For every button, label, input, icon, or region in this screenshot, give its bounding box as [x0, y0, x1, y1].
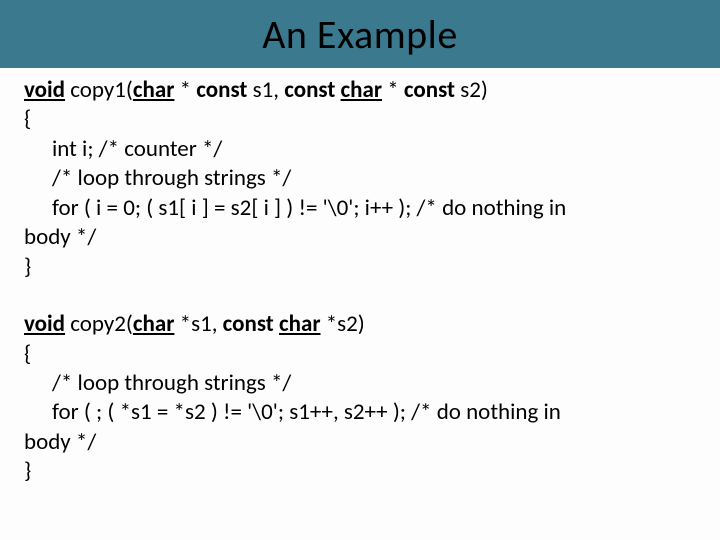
- keyword-char: char: [341, 76, 383, 104]
- copy1-signature: void copy1(char * const s1, const char *…: [24, 76, 696, 105]
- text: *s2): [321, 310, 365, 338]
- text: *s1,: [174, 310, 222, 338]
- keyword-char: char: [133, 310, 175, 338]
- slide-header: An Example: [0, 0, 720, 68]
- close-brace: }: [24, 457, 696, 486]
- keyword-const: const: [404, 76, 455, 104]
- close-brace: }: [24, 253, 696, 282]
- code-line: body */: [24, 428, 696, 457]
- text: *: [382, 76, 404, 104]
- code-line: for ( i = 0; ( s1[ i ] = s2[ i ] ) != '\…: [24, 194, 696, 223]
- keyword-const: const: [223, 310, 274, 338]
- open-brace: {: [24, 105, 696, 134]
- text: *: [174, 76, 196, 104]
- code-line: /* loop through strings */: [24, 164, 696, 193]
- keyword-char: char: [133, 76, 175, 104]
- text: s2): [455, 76, 488, 104]
- keyword-const: const: [196, 76, 247, 104]
- code-block-copy2: void copy2(char *s1, const char *s2) { /…: [24, 310, 696, 487]
- code-line: body */: [24, 223, 696, 252]
- keyword-const: const: [284, 76, 335, 104]
- code-line: /* loop through strings */: [24, 369, 696, 398]
- code-block-copy1: void copy1(char * const s1, const char *…: [24, 76, 696, 282]
- keyword-void: void: [24, 76, 65, 104]
- slide-title: An Example: [262, 10, 458, 59]
- text: copy2(: [65, 310, 133, 338]
- text: copy1(: [65, 76, 133, 104]
- code-line: int i; /* counter */: [24, 135, 696, 164]
- code-line: for ( ; ( *s1 = *s2 ) != '\0'; s1++, s2+…: [24, 398, 696, 427]
- slide-content: void copy1(char * const s1, const char *…: [0, 68, 720, 487]
- copy2-signature: void copy2(char *s1, const char *s2): [24, 310, 696, 339]
- open-brace: {: [24, 340, 696, 369]
- keyword-void: void: [24, 310, 65, 338]
- keyword-char: char: [279, 310, 321, 338]
- text: s1,: [247, 76, 284, 104]
